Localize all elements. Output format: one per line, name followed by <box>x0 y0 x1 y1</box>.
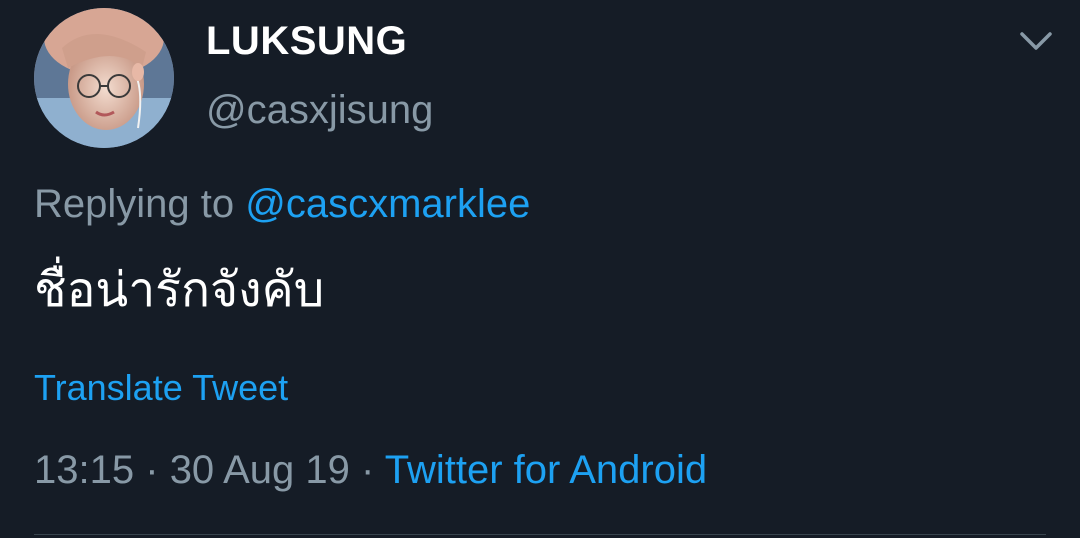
meta-separator: · <box>361 448 375 492</box>
replying-to-label: Replying to <box>34 182 235 226</box>
avatar[interactable] <box>34 8 174 148</box>
chevron-down-icon[interactable] <box>1016 26 1056 56</box>
tweet-time: 13:15 <box>34 448 135 492</box>
display-name[interactable]: LUKSUNG <box>206 18 407 64</box>
replying-to-mention-link[interactable]: @cascxmarklee <box>245 182 530 226</box>
user-handle[interactable]: @casxjisung <box>206 86 433 134</box>
avatar-image <box>34 8 174 148</box>
tweet-date: 30 Aug 19 <box>169 448 350 492</box>
tweet-text: ชื่อน่ารักจังคับ <box>34 262 325 318</box>
meta-separator: · <box>145 448 159 492</box>
tweet-meta: 13:15 · 30 Aug 19 · Twitter for Android <box>34 446 707 494</box>
translate-tweet-link[interactable]: Translate Tweet <box>34 366 288 410</box>
divider <box>34 534 1046 535</box>
tweet-source-link[interactable]: Twitter for Android <box>385 448 707 492</box>
replying-to: Replying to @cascxmarklee <box>34 180 530 228</box>
